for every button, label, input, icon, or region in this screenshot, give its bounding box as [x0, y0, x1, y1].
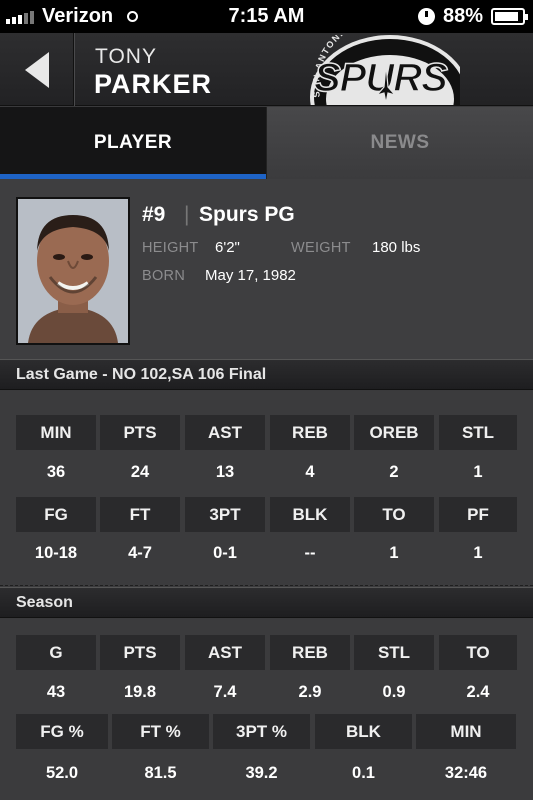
stat-value: 1	[473, 462, 483, 481]
stat-value: 32:46	[444, 763, 488, 782]
stat-header: PTS	[100, 415, 180, 450]
stat-value: --	[304, 543, 316, 562]
stat-value: 4	[305, 462, 315, 481]
status-right: 88%	[417, 5, 528, 28]
stat-header: REB	[270, 415, 350, 450]
stat-value: 2.4	[466, 682, 490, 701]
player-first-name: TONY	[95, 45, 157, 68]
stat-value: 1	[389, 543, 399, 562]
stat-value: 2.9	[298, 682, 322, 701]
player-headshot-icon	[18, 199, 128, 343]
stat-header: OREB	[354, 415, 434, 450]
spurs-logo-icon: SAN ANTONIO SPURS	[310, 35, 460, 105]
divider: |	[184, 203, 190, 226]
nav-header: TONY PARKER SAN ANTONIO SPURS	[0, 33, 533, 106]
season-stats: G 43 PTS 19.8 AST 7.4 REB 2.9 STL 0.9 TO 2.4 FG % 52.…	[0, 619, 533, 800]
stat-header: AST	[185, 415, 265, 450]
last-game-stats: MIN 36 PTS 24 AST 13 REB 4 OREB 2 STL 1 FG 10-18 FT 4-7…	[0, 391, 533, 585]
team-position: Spurs PG	[199, 203, 295, 226]
born-label: BORN	[142, 268, 186, 284]
stat-value: 0.1	[352, 763, 375, 782]
jersey-number: #9	[142, 203, 166, 226]
stat-header: 3PT	[185, 497, 265, 532]
alarm-clock-icon	[417, 8, 435, 25]
stat-header: 3PT %	[213, 714, 310, 749]
status-bar: Verizon 7:15 AM 88%	[0, 0, 533, 33]
stat-header: FT	[100, 497, 180, 532]
player-photo	[16, 197, 130, 345]
battery-percent: 88%	[442, 5, 483, 27]
player-last-name: PARKER	[94, 69, 213, 99]
battery-icon	[491, 8, 528, 25]
stat-value: 24	[130, 462, 150, 481]
stat-header: AST	[185, 635, 265, 670]
stat-value: 39.2	[245, 763, 278, 782]
weight-label: WEIGHT	[291, 240, 351, 256]
stat-value: 13	[215, 462, 235, 481]
stat-header: STL	[439, 415, 517, 450]
tab-player[interactable]: PLAYER	[0, 107, 266, 179]
stat-value: 19.8	[123, 682, 157, 701]
stat-value: 81.5	[144, 763, 177, 782]
weight-value: 180 lbs	[372, 239, 421, 256]
stat-header: PF	[439, 497, 517, 532]
stat-header: BLK	[270, 497, 350, 532]
stat-value: 43	[46, 682, 66, 701]
season-header: Season	[0, 587, 533, 618]
team-logo: SAN ANTONIO SPURS	[300, 35, 460, 105]
stat-value: 1	[473, 543, 483, 562]
stat-header: STL	[354, 635, 434, 670]
stat-value: 0-1	[213, 543, 237, 562]
stat-header: FG	[16, 497, 96, 532]
stat-header: G	[16, 635, 96, 670]
tab-news[interactable]: NEWS	[266, 107, 533, 179]
stat-header: FG %	[16, 714, 108, 749]
stat-value: 10-18	[34, 543, 78, 562]
divider-line	[0, 585, 533, 586]
stat-value: 36	[46, 462, 66, 481]
stat-header: MIN	[416, 714, 516, 749]
stat-header: FT %	[112, 714, 209, 749]
stat-value: 7.4	[213, 682, 237, 701]
born-value: May 17, 1982	[205, 267, 296, 284]
stat-header: TO	[354, 497, 434, 532]
stat-value: 0.9	[382, 682, 406, 701]
stat-header: MIN	[16, 415, 96, 450]
stat-value: 2	[389, 462, 399, 481]
last-game-header: Last Game - NO 102,SA 106 Final	[0, 359, 533, 390]
height-label: HEIGHT	[142, 240, 199, 256]
back-button[interactable]	[0, 33, 74, 106]
player-profile: #9 | Spurs PG HEIGHT 6'2" WEIGHT 180 lbs…	[0, 179, 533, 359]
stat-header: PTS	[100, 635, 180, 670]
stat-header: TO	[439, 635, 517, 670]
stat-value: 4-7	[128, 543, 152, 562]
height-value: 6'2"	[215, 239, 240, 256]
stat-header: BLK	[315, 714, 412, 749]
stat-value: 52.0	[45, 763, 79, 782]
back-arrow-icon	[24, 51, 49, 88]
tab-bar: PLAYER NEWS	[0, 107, 533, 179]
stat-header: REB	[270, 635, 350, 670]
